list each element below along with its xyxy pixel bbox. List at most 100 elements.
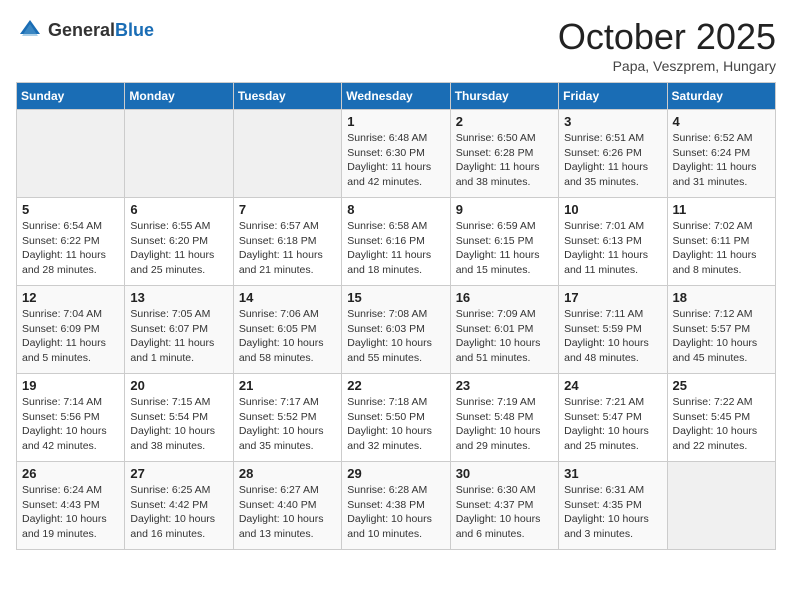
calendar-week-row: 5 Sunrise: 6:54 AM Sunset: 6:22 PM Daylig… [17,198,776,286]
calendar-day-20: 20Sunrise: 7:15 AM Sunset: 5:54 PM Dayli… [125,374,233,462]
calendar-day-12: 12 Sunrise: 7:04 AM Sunset: 6:09 PM Dayli… [17,286,125,374]
day-info: Sunrise: 7:06 AM Sunset: 6:05 PM Dayligh… [239,307,336,366]
day-info: Sunrise: 6:54 AM Sunset: 6:22 PM Dayligh… [22,219,119,278]
day-info: Sunrise: 7:18 AM Sunset: 5:50 PM Dayligh… [347,395,444,454]
day-info: Sunrise: 7:01 AM Sunset: 6:13 PM Dayligh… [564,219,661,278]
day-info: Sunrise: 6:30 AM Sunset: 4:37 PM Dayligh… [456,483,553,542]
header-friday: Friday [559,83,667,110]
calendar-day-17: 17Sunrise: 7:11 AM Sunset: 5:59 PM Dayli… [559,286,667,374]
day-info: Sunrise: 7:02 AM Sunset: 6:11 PM Dayligh… [673,219,770,278]
day-info: Sunrise: 6:50 AM Sunset: 6:28 PM Dayligh… [456,131,553,190]
day-number: 18 [673,290,770,305]
day-info: Sunrise: 6:31 AM Sunset: 4:35 PM Dayligh… [564,483,661,542]
day-info: Sunrise: 7:09 AM Sunset: 6:01 PM Dayligh… [456,307,553,366]
calendar-day-14: 14 Sunrise: 7:06 AM Sunset: 6:05 PM Dayli… [233,286,341,374]
day-number: 29 [347,466,444,481]
day-number: 11 [673,202,770,217]
empty-cell [125,110,233,198]
day-info: Sunrise: 6:52 AM Sunset: 6:24 PM Dayligh… [673,131,770,190]
day-info: Sunrise: 6:57 AM Sunset: 6:18 PM Dayligh… [239,219,336,278]
page-header: GeneralBlue October 2025 Papa, Veszprem,… [16,16,776,74]
calendar-header-row: SundayMondayTuesdayWednesdayThursdayFrid… [17,83,776,110]
calendar-day-5: 5 Sunrise: 6:54 AM Sunset: 6:22 PM Daylig… [17,198,125,286]
calendar-day-7: 7 Sunrise: 6:57 AM Sunset: 6:18 PM Daylig… [233,198,341,286]
day-info: Sunrise: 6:28 AM Sunset: 4:38 PM Dayligh… [347,483,444,542]
calendar-day-29: 29 Sunrise: 6:28 AM Sunset: 4:38 PM Dayli… [342,462,450,550]
calendar-day-23: 23 Sunrise: 7:19 AM Sunset: 5:48 PM Dayli… [450,374,558,462]
calendar-day-18: 18 Sunrise: 7:12 AM Sunset: 5:57 PM Dayli… [667,286,775,374]
empty-cell [233,110,341,198]
calendar-day-13: 13 Sunrise: 7:05 AM Sunset: 6:07 PM Dayli… [125,286,233,374]
day-info: Sunrise: 6:48 AM Sunset: 6:30 PM Dayligh… [347,131,444,190]
calendar-day-9: 9 Sunrise: 6:59 AM Sunset: 6:15 PM Daylig… [450,198,558,286]
calendar-week-row: 19 Sunrise: 7:14 AM Sunset: 5:56 PM Dayli… [17,374,776,462]
day-number: 12 [22,290,119,305]
title-block: October 2025 Papa, Veszprem, Hungary [558,16,776,74]
calendar-day-11: 11 Sunrise: 7:02 AM Sunset: 6:11 PM Dayli… [667,198,775,286]
calendar-day-2: 2 Sunrise: 6:50 AM Sunset: 6:28 PM Daylig… [450,110,558,198]
day-info: Sunrise: 6:59 AM Sunset: 6:15 PM Dayligh… [456,219,553,278]
day-info: Sunrise: 6:27 AM Sunset: 4:40 PM Dayligh… [239,483,336,542]
logo-general-text: General [48,20,115,40]
day-number: 15 [347,290,444,305]
calendar-title: October 2025 [558,16,776,58]
calendar-day-15: 15 Sunrise: 7:08 AM Sunset: 6:03 PM Dayli… [342,286,450,374]
day-info: Sunrise: 7:17 AM Sunset: 5:52 PM Dayligh… [239,395,336,454]
calendar-table: SundayMondayTuesdayWednesdayThursdayFrid… [16,82,776,550]
day-number: 9 [456,202,553,217]
calendar-day-31: 31Sunrise: 6:31 AM Sunset: 4:35 PM Dayli… [559,462,667,550]
day-info: Sunrise: 7:21 AM Sunset: 5:47 PM Dayligh… [564,395,661,454]
logo-blue-text: Blue [115,20,154,40]
day-number: 6 [130,202,227,217]
day-info: Sunrise: 7:19 AM Sunset: 5:48 PM Dayligh… [456,395,553,454]
calendar-day-8: 8Sunrise: 6:58 AM Sunset: 6:16 PM Daylig… [342,198,450,286]
calendar-day-26: 26 Sunrise: 6:24 AM Sunset: 4:43 PM Dayli… [17,462,125,550]
day-number: 8 [347,202,444,217]
calendar-day-25: 25 Sunrise: 7:22 AM Sunset: 5:45 PM Dayli… [667,374,775,462]
day-info: Sunrise: 6:24 AM Sunset: 4:43 PM Dayligh… [22,483,119,542]
day-info: Sunrise: 7:08 AM Sunset: 6:03 PM Dayligh… [347,307,444,366]
calendar-day-30: 30 Sunrise: 6:30 AM Sunset: 4:37 PM Dayli… [450,462,558,550]
day-number: 23 [456,378,553,393]
day-info: Sunrise: 6:25 AM Sunset: 4:42 PM Dayligh… [130,483,227,542]
day-number: 24 [564,378,661,393]
calendar-day-4: 4 Sunrise: 6:52 AM Sunset: 6:24 PM Daylig… [667,110,775,198]
header-sunday: Sunday [17,83,125,110]
day-info: Sunrise: 7:04 AM Sunset: 6:09 PM Dayligh… [22,307,119,366]
day-info: Sunrise: 7:14 AM Sunset: 5:56 PM Dayligh… [22,395,119,454]
day-number: 2 [456,114,553,129]
calendar-day-28: 28 Sunrise: 6:27 AM Sunset: 4:40 PM Dayli… [233,462,341,550]
day-info: Sunrise: 6:55 AM Sunset: 6:20 PM Dayligh… [130,219,227,278]
header-wednesday: Wednesday [342,83,450,110]
empty-cell [17,110,125,198]
calendar-day-3: 3 Sunrise: 6:51 AM Sunset: 6:26 PM Daylig… [559,110,667,198]
day-number: 27 [130,466,227,481]
day-number: 19 [22,378,119,393]
day-number: 10 [564,202,661,217]
day-number: 30 [456,466,553,481]
day-number: 25 [673,378,770,393]
day-info: Sunrise: 7:05 AM Sunset: 6:07 PM Dayligh… [130,307,227,366]
day-number: 5 [22,202,119,217]
day-info: Sunrise: 7:22 AM Sunset: 5:45 PM Dayligh… [673,395,770,454]
header-thursday: Thursday [450,83,558,110]
day-number: 7 [239,202,336,217]
calendar-day-10: 10 Sunrise: 7:01 AM Sunset: 6:13 PM Dayli… [559,198,667,286]
calendar-day-27: 27 Sunrise: 6:25 AM Sunset: 4:42 PM Dayli… [125,462,233,550]
day-number: 28 [239,466,336,481]
empty-cell [667,462,775,550]
header-saturday: Saturday [667,83,775,110]
day-info: Sunrise: 6:51 AM Sunset: 6:26 PM Dayligh… [564,131,661,190]
day-number: 14 [239,290,336,305]
day-number: 22 [347,378,444,393]
day-number: 26 [22,466,119,481]
day-number: 13 [130,290,227,305]
calendar-week-row: 26 Sunrise: 6:24 AM Sunset: 4:43 PM Dayli… [17,462,776,550]
day-number: 1 [347,114,444,129]
header-tuesday: Tuesday [233,83,341,110]
day-number: 4 [673,114,770,129]
calendar-day-22: 22 Sunrise: 7:18 AM Sunset: 5:50 PM Dayli… [342,374,450,462]
calendar-subtitle: Papa, Veszprem, Hungary [558,58,776,74]
day-number: 3 [564,114,661,129]
day-info: Sunrise: 7:12 AM Sunset: 5:57 PM Dayligh… [673,307,770,366]
